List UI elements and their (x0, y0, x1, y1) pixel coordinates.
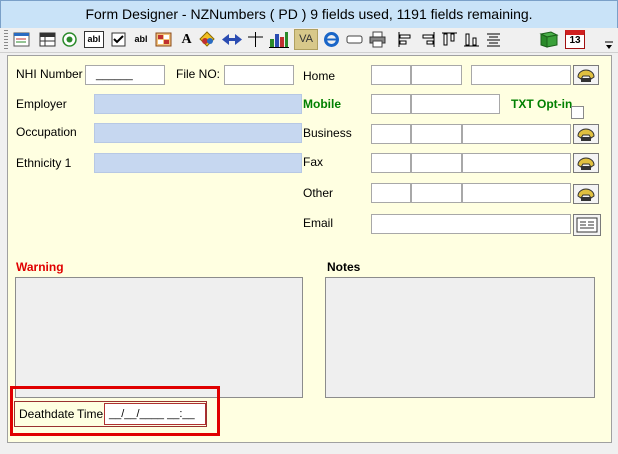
notes-memo[interactable] (325, 277, 595, 398)
align-top-icon[interactable] (441, 31, 458, 48)
textbox-icon[interactable]: abl (84, 31, 104, 48)
warning-memo[interactable] (15, 277, 303, 398)
designer-toolbar: abl abl A VA 13 (0, 28, 618, 53)
align-center-icon[interactable] (485, 31, 502, 48)
grid-icon[interactable] (155, 31, 172, 48)
home-label: Home (303, 69, 336, 83)
align-right-icon[interactable] (419, 31, 436, 48)
crosshair-icon[interactable] (247, 31, 264, 48)
toolbar-overflow-icon[interactable] (604, 39, 614, 49)
fax-dial-button[interactable] (573, 153, 599, 173)
notes-label: Notes (327, 260, 361, 274)
fax-area-field[interactable] (371, 153, 411, 173)
business-dial-button[interactable] (573, 124, 599, 144)
mobile-prefix-field[interactable] (371, 94, 411, 114)
txt-optin-label: TXT Opt-in (511, 97, 573, 111)
email-field[interactable] (371, 214, 571, 234)
occupation-label: Occupation (16, 125, 77, 139)
align-bottom-icon[interactable] (463, 31, 480, 48)
employer-label: Employer (16, 97, 67, 111)
other-area-field[interactable] (371, 183, 411, 203)
other-prefix-field[interactable] (411, 183, 462, 203)
fax-number-field[interactable] (462, 153, 571, 173)
checkbox-icon[interactable] (110, 31, 127, 48)
other-label: Other (303, 186, 334, 200)
table-icon[interactable] (39, 31, 56, 48)
ie-icon[interactable] (323, 31, 340, 48)
chart-icon[interactable] (269, 31, 289, 48)
home-number-field[interactable] (471, 65, 571, 85)
va-icon[interactable]: VA (294, 29, 318, 50)
other-dial-button[interactable] (573, 184, 599, 204)
business-number-field[interactable] (462, 124, 571, 144)
form-icon[interactable] (13, 31, 30, 48)
calendar-icon[interactable]: 13 (565, 30, 585, 49)
home-prefix-field[interactable] (411, 65, 462, 85)
employer-field[interactable] (94, 94, 302, 114)
deathdate-field[interactable]: __/__/____ __:__ (104, 403, 206, 425)
mobile-number-field[interactable] (411, 94, 500, 114)
nhi-number-label: NHI Number (16, 67, 83, 81)
deathdate-control[interactable]: Deathdate Time __/__/____ __:__ (14, 401, 207, 427)
toolbar-grip[interactable] (4, 30, 8, 50)
deathdate-label: Deathdate (19, 407, 75, 421)
home-dial-button[interactable] (573, 65, 599, 85)
email-label: Email (303, 216, 334, 230)
font-icon[interactable]: A (178, 31, 195, 48)
arrows-icon[interactable] (221, 31, 243, 48)
business-area-field[interactable] (371, 124, 411, 144)
ethnicity-label: Ethnicity 1 (16, 156, 72, 170)
txt-optin-checkbox[interactable] (571, 106, 584, 119)
window-title: Form Designer - NZNumbers ( PD ) 9 field… (0, 0, 618, 28)
file-no-label: File NO: (176, 67, 221, 81)
other-number-field[interactable] (462, 183, 571, 203)
print-icon[interactable] (369, 31, 386, 48)
label-icon[interactable]: abl (131, 31, 151, 48)
ethnicity-field[interactable] (94, 153, 302, 173)
home-area-field[interactable] (371, 65, 411, 85)
radio-icon[interactable] (61, 31, 78, 48)
color-icon[interactable] (199, 31, 216, 48)
form-canvas: NHI Number ______ File NO: Employer Occu… (7, 55, 612, 443)
time-label: Time (77, 407, 104, 421)
blank-icon[interactable] (346, 31, 363, 48)
align-left-icon[interactable] (397, 31, 414, 48)
business-label: Business (303, 126, 352, 140)
nhi-number-field[interactable]: ______ (85, 65, 165, 85)
file-no-field[interactable] (224, 65, 294, 85)
business-prefix-field[interactable] (411, 124, 462, 144)
fax-prefix-field[interactable] (411, 153, 462, 173)
warning-label: Warning (16, 260, 64, 274)
mobile-label: Mobile (303, 97, 341, 111)
fax-label: Fax (303, 155, 324, 169)
occupation-field[interactable] (94, 123, 302, 143)
email-compose-button[interactable] (573, 214, 601, 236)
book-icon[interactable] (539, 31, 559, 48)
